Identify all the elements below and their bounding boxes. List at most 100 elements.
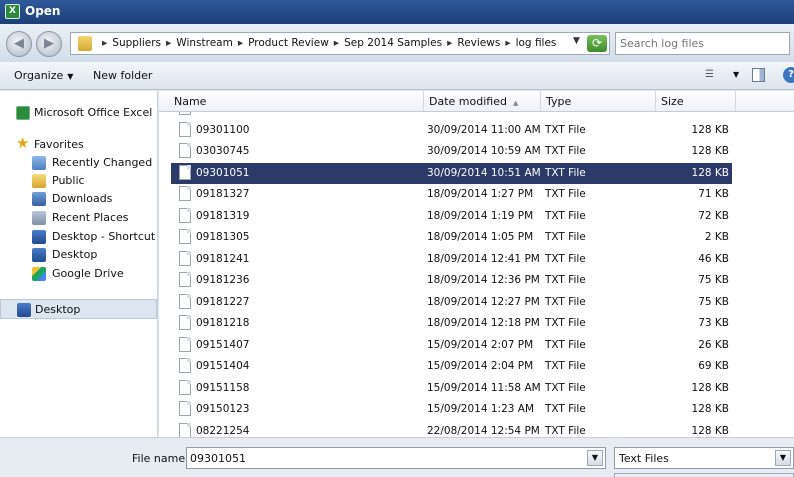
file-name: 09301100 <box>196 123 250 136</box>
organize-label: Organize <box>14 69 64 82</box>
chevron-down-icon[interactable]: ▼ <box>733 70 739 79</box>
breadcrumb-segment[interactable]: Sep 2014 Samples <box>344 37 442 49</box>
file-date-modified: 18/09/2014 12:41 PM <box>427 252 540 265</box>
file-type-select[interactable]: Text Files ▼ <box>614 447 794 469</box>
file-size: 128 KB <box>659 112 729 114</box>
file-row[interactable]: 09151407 15/09/2014 2:07 PM TXT File 26 KB <box>159 335 739 356</box>
file-row[interactable]: 09301051 30/09/2014 10:51 AM TXT File 128 K… <box>171 162 732 184</box>
file-size: 128 KB <box>691 424 729 437</box>
file-date-modified: 18/09/2014 12:27 PM <box>427 295 540 308</box>
open-button-edge[interactable] <box>614 473 794 477</box>
chevron-down-icon[interactable]: ▼ <box>573 36 580 46</box>
back-arrow-icon: ◀ <box>14 36 24 51</box>
file-size: 128 KB <box>691 145 729 157</box>
file-type-value: Text Files <box>619 452 669 465</box>
forward-arrow-icon: ▶ <box>44 36 54 51</box>
bottom-bar: File name: ▼ Text Files ▼ <box>0 437 794 477</box>
nav-item-label: Downloads <box>52 192 113 205</box>
chevron-down-icon[interactable]: ▼ <box>775 450 791 466</box>
forward-button[interactable]: ▶ <box>36 31 62 57</box>
file-date-modified: 30/09/2014 11:00 AM <box>427 123 541 136</box>
chevron-down-icon: ▼ <box>67 72 74 81</box>
column-date-modified[interactable]: Date modified ▲ <box>424 91 541 111</box>
file-name-input[interactable] <box>190 451 580 466</box>
file-row[interactable]: 03030745 30/09/2014 10:59 AM TXT File 128 K… <box>159 141 739 162</box>
breadcrumb-separator-icon[interactable]: ▸ <box>334 37 339 49</box>
file-row[interactable]: 09181327 18/09/2014 1:27 PM TXT File 71 KB <box>159 184 739 205</box>
file-type: TXT File <box>545 145 586 157</box>
file-type: TXT File <box>545 166 586 179</box>
column-size[interactable]: Size <box>656 91 736 111</box>
address-bar: ◀ ▶ ▸ Suppliers ▸ Winstream ▸ Product Review ▸… <box>0 24 794 62</box>
breadcrumb-segment[interactable]: log files <box>516 37 557 49</box>
txt-file-icon <box>179 250 191 266</box>
file-date-modified: 15/09/2014 2:07 PM <box>427 338 534 351</box>
google-drive-icon <box>32 267 46 281</box>
breadcrumb-separator-icon[interactable]: ▸ <box>238 37 243 49</box>
file-row[interactable]: 09150123 15/09/2014 1:23 AM TXT File 128 KB <box>159 399 739 420</box>
refresh-icon[interactable]: ⟳ <box>587 35 607 52</box>
txt-file-icon <box>179 401 191 416</box>
file-date-modified: 22/08/2014 12:54 PM <box>427 424 540 437</box>
file-row[interactable]: 09151404 15/09/2014 2:04 PM TXT File 69 KB <box>159 356 739 377</box>
nav-item-label: Recent Places <box>52 211 129 224</box>
file-row[interactable]: 09181227 18/09/2014 12:27 PM TXT File 75 KB <box>159 292 739 313</box>
search-input[interactable] <box>620 36 785 51</box>
file-size: 128 KB <box>691 381 729 394</box>
file-name-label: File name: <box>132 452 189 465</box>
file-name: 09181319 <box>196 209 250 222</box>
breadcrumb-segment[interactable]: Winstream <box>176 37 233 49</box>
file-name: 09150123 <box>196 403 250 415</box>
breadcrumb-segment[interactable]: Suppliers <box>112 37 161 49</box>
file-size: 75 KB <box>698 274 729 286</box>
file-size: 75 KB <box>698 295 729 308</box>
file-row[interactable]: 09181319 18/09/2014 1:19 PM TXT File 72 KB <box>159 206 739 227</box>
file-size: 128 KB <box>691 123 729 136</box>
file-name: 09181305 <box>196 231 250 243</box>
file-row[interactable]: 09301100 30/09/2014 11:00 AM TXT File 128 K… <box>159 120 739 141</box>
file-row[interactable]: 08221254 22/08/2014 12:54 PM TXT File 128 K… <box>159 421 739 437</box>
breadcrumb-segment[interactable]: Reviews <box>457 37 500 49</box>
breadcrumb[interactable]: ▸ Suppliers ▸ Winstream ▸ Product Review ▸ Sep … <box>70 32 610 55</box>
file-type: TXT File <box>545 317 586 329</box>
file-row[interactable]: 09151158 15/09/2014 11:58 AM TXT File 128 K… <box>159 378 739 399</box>
file-type: TXT File <box>545 338 586 351</box>
file-size: 69 KB <box>698 360 729 372</box>
nav-item-label: Recently Changed <box>52 156 153 169</box>
nav-item-label: Favorites <box>34 138 84 151</box>
nav-item-label: Google Drive <box>52 267 124 280</box>
breadcrumb-segment[interactable]: Product Review <box>248 37 329 49</box>
chevron-down-icon[interactable]: ▼ <box>587 450 603 466</box>
file-row[interactable]: 09181241 18/09/2014 12:41 PM TXT File 46 KB <box>159 249 739 270</box>
file-row[interactable]: 09181305 18/09/2014 1:05 PM TXT File 2 KB <box>159 227 739 248</box>
breadcrumb-separator-icon[interactable]: ▸ <box>102 37 107 49</box>
file-size: 72 KB <box>698 209 729 222</box>
views-icon[interactable]: ☰ <box>705 69 719 81</box>
back-button[interactable]: ◀ <box>6 31 32 57</box>
help-icon[interactable]: ? <box>783 67 794 83</box>
file-name: 09301108 <box>196 112 249 114</box>
breadcrumb-separator-icon[interactable]: ▸ <box>505 37 510 49</box>
breadcrumb-separator-icon[interactable]: ▸ <box>166 37 171 49</box>
search-box[interactable] <box>615 32 790 55</box>
txt-file-icon <box>179 293 191 309</box>
file-type: TXT File <box>545 231 586 243</box>
file-name: 09181218 <box>196 317 250 329</box>
file-name: 09151407 <box>196 338 250 351</box>
txt-file-icon <box>179 379 191 395</box>
txt-file-icon <box>179 112 191 115</box>
file-type: TXT File <box>545 360 586 372</box>
column-type[interactable]: Type <box>541 91 656 111</box>
breadcrumb-separator-icon[interactable]: ▸ <box>447 37 452 49</box>
new-folder-button[interactable]: New folder <box>93 69 152 82</box>
organize-button[interactable]: Organize ▼ <box>14 69 73 82</box>
file-type: TXT File <box>545 188 586 200</box>
preview-pane-icon[interactable] <box>752 68 765 82</box>
file-name-combo[interactable]: ▼ <box>186 447 606 469</box>
file-type: TXT File <box>545 403 586 415</box>
file-row[interactable]: 09181236 18/09/2014 12:36 PM TXT File 75 KB <box>159 270 739 291</box>
nav-item-desktop-selected[interactable]: Desktop <box>0 299 157 319</box>
column-name[interactable]: Name <box>169 91 424 111</box>
file-row[interactable]: 09181218 18/09/2014 12:18 PM TXT File 73 KB <box>159 313 739 334</box>
file-row[interactable]: 09301108 30/09/2014 11:08 AM TXT File 128 K… <box>159 112 739 119</box>
